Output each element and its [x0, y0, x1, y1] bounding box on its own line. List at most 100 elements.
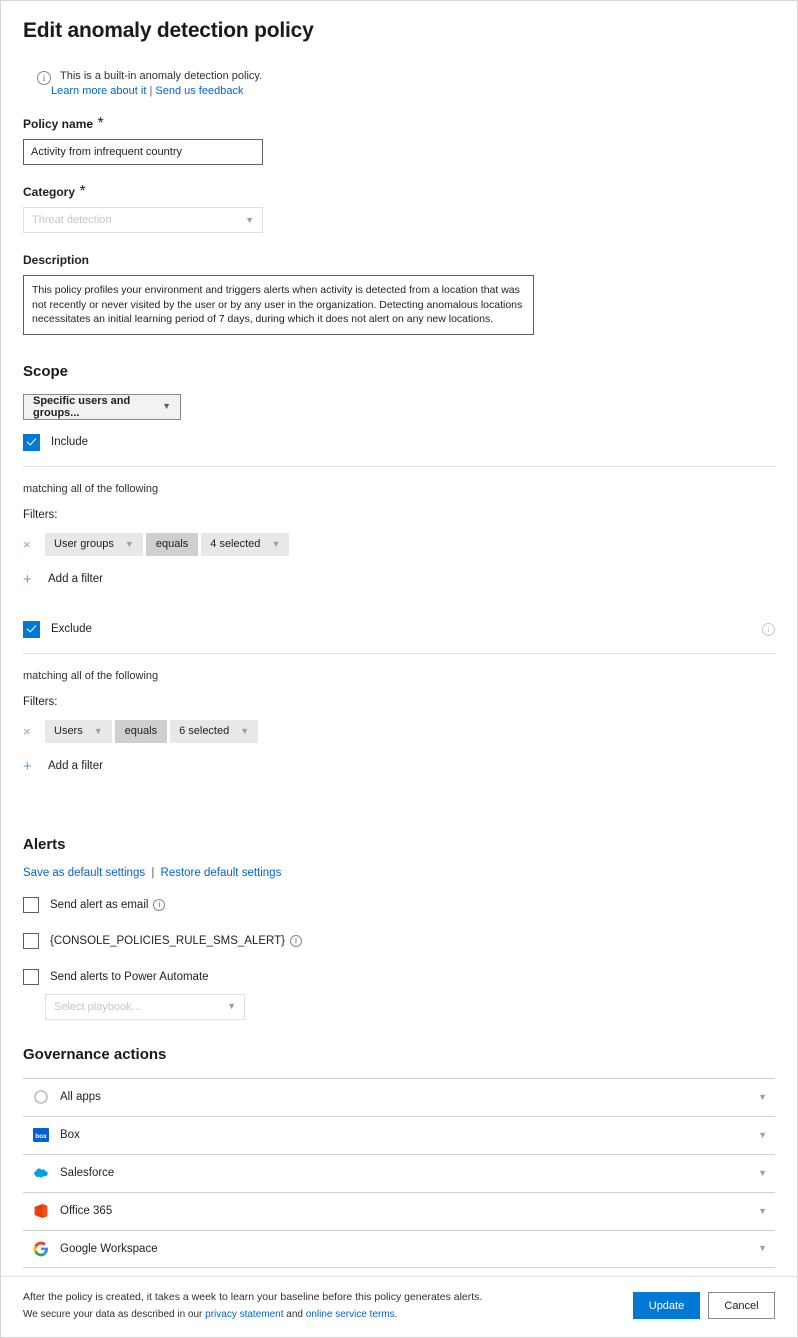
- learn-more-link[interactable]: Learn more about it: [51, 85, 146, 97]
- exclude-label: Exclude: [51, 623, 92, 635]
- governance-list: All apps ▼ box Box ▼ Salesforce ▼ Office…: [23, 1077, 775, 1268]
- include-filter-field-value: User groups: [54, 538, 114, 550]
- chevron-down-icon: ▼: [271, 538, 281, 549]
- remove-filter-icon[interactable]: ×: [23, 538, 45, 551]
- description-label: Description: [23, 253, 90, 267]
- description-field: Description This policy profiles your en…: [23, 251, 775, 335]
- chevron-down-icon[interactable]: ▼: [758, 1168, 767, 1178]
- save-default-settings-link[interactable]: Save as default settings: [23, 867, 145, 879]
- edit-policy-page: Edit anomaly detection policy i This is …: [0, 0, 798, 1338]
- alerts-heading: Alerts: [23, 835, 66, 853]
- power-automate-row[interactable]: Send alerts to Power Automate: [23, 968, 775, 985]
- governance-heading: Governance actions: [23, 1045, 167, 1063]
- send-alert-email-row[interactable]: Send alert as email i: [23, 896, 775, 913]
- footer-bar: After the policy is created, it takes a …: [1, 1276, 797, 1337]
- cancel-button[interactable]: Cancel: [708, 1292, 775, 1319]
- exclude-add-filter-button[interactable]: + Add a filter: [23, 759, 775, 774]
- scope-selector[interactable]: Specific users and groups... ▼: [23, 393, 181, 420]
- governance-row-label: Box: [60, 1129, 80, 1141]
- governance-row-google-workspace[interactable]: Google Workspace ▼: [23, 1229, 775, 1268]
- footer-text: After the policy is created, it takes a …: [23, 1289, 482, 1323]
- include-checkbox-row[interactable]: Include: [23, 433, 775, 451]
- exclude-filter-value-select[interactable]: 6 selected ▼: [170, 719, 259, 743]
- footer-line2-pre: We secure your data as described in our: [23, 1309, 206, 1320]
- governance-row-all-apps[interactable]: All apps ▼: [23, 1077, 775, 1116]
- send-alert-email-label: Send alert as email: [50, 898, 149, 911]
- exclude-filters-label: Filters:: [23, 695, 58, 708]
- privacy-statement-link[interactable]: privacy statement: [205, 1309, 283, 1320]
- footer-buttons: Update Cancel: [633, 1289, 775, 1319]
- exclude-add-filter-label: Add a filter: [48, 760, 103, 772]
- banner-links: Learn more about it | Send us feedback: [51, 85, 262, 97]
- policy-name-label: Policy name: [23, 117, 94, 131]
- chevron-down-icon[interactable]: ▼: [758, 1130, 767, 1140]
- sms-alert-checkbox[interactable]: [23, 932, 39, 949]
- footer-line2-mid: and: [283, 1309, 306, 1320]
- remove-filter-icon[interactable]: ×: [23, 725, 45, 738]
- include-filter-field-select[interactable]: User groups ▼: [45, 532, 143, 556]
- office365-icon: [34, 1204, 48, 1218]
- footer-line-1: After the policy is created, it takes a …: [23, 1291, 483, 1303]
- chevron-down-icon: ▼: [245, 214, 254, 225]
- chevron-down-icon: ▼: [240, 725, 250, 736]
- playbook-select[interactable]: Select playbook... ▼: [45, 993, 245, 1020]
- exclude-filter-operator[interactable]: equals: [114, 719, 168, 743]
- exclude-divider: [23, 652, 775, 654]
- chevron-down-icon[interactable]: ▼: [758, 1206, 767, 1216]
- chevron-down-icon: ▼: [227, 1001, 236, 1011]
- chevron-down-icon[interactable]: ▼: [758, 1092, 767, 1102]
- governance-row-office365[interactable]: Office 365 ▼: [23, 1191, 775, 1230]
- plus-icon: +: [23, 757, 32, 775]
- footer-line2-end: .: [394, 1309, 398, 1320]
- exclude-filter-field-value: Users: [54, 725, 83, 737]
- power-automate-checkbox[interactable]: [23, 968, 39, 985]
- exclude-filter-value: 6 selected: [179, 725, 230, 737]
- info-icon: i: [37, 71, 51, 85]
- description-textarea[interactable]: This policy profiles your environment an…: [23, 275, 534, 335]
- include-add-filter-button[interactable]: + Add a filter: [23, 572, 775, 587]
- box-icon: box: [33, 1128, 49, 1142]
- governance-row-label: Office 365: [60, 1205, 113, 1217]
- category-field: Category * Threat detection ▼: [23, 183, 775, 233]
- governance-row-label: All apps: [60, 1091, 101, 1103]
- include-divider: [23, 465, 775, 467]
- governance-row-salesforce[interactable]: Salesforce ▼: [23, 1153, 775, 1192]
- online-service-terms-link[interactable]: online service terms: [306, 1309, 395, 1320]
- exclude-checkbox[interactable]: [23, 620, 40, 638]
- restore-default-settings-link[interactable]: Restore default settings: [161, 867, 282, 879]
- category-select-value: Threat detection: [32, 214, 112, 226]
- chevron-down-icon[interactable]: ▼: [758, 1244, 767, 1253]
- chevron-down-icon: ▼: [93, 725, 103, 736]
- exclude-checkbox-row[interactable]: Exclude i: [23, 620, 775, 638]
- include-filter-row: × User groups ▼ equals 4 selected ▼: [23, 532, 775, 556]
- sms-alert-label: {CONSOLE_POLICIES_RULE_SMS_ALERT}: [50, 934, 286, 947]
- send-alert-email-checkbox[interactable]: [23, 896, 39, 913]
- all-apps-icon: [34, 1090, 48, 1104]
- governance-row-box[interactable]: box Box ▼: [23, 1115, 775, 1154]
- exclude-info-icon[interactable]: i: [762, 622, 775, 636]
- include-matching-text: matching all of the following: [23, 482, 159, 495]
- exclude-matching-text: matching all of the following: [23, 669, 159, 682]
- include-checkbox[interactable]: [23, 433, 40, 451]
- exclude-filter-field-select[interactable]: Users ▼: [45, 719, 112, 743]
- include-label: Include: [51, 436, 89, 448]
- info-icon[interactable]: i: [153, 898, 166, 911]
- sms-alert-row[interactable]: {CONSOLE_POLICIES_RULE_SMS_ALERT} i: [23, 932, 775, 949]
- policy-name-input[interactable]: [23, 139, 263, 165]
- governance-row-label: Salesforce: [60, 1167, 115, 1179]
- include-filters-label: Filters:: [23, 508, 58, 521]
- info-icon[interactable]: i: [290, 934, 303, 947]
- category-required: *: [79, 183, 86, 200]
- exclude-filter-row: × Users ▼ equals 6 selected ▼: [23, 719, 775, 743]
- salesforce-icon: [34, 1168, 48, 1178]
- send-feedback-link[interactable]: Send us feedback: [155, 85, 243, 97]
- update-button[interactable]: Update: [633, 1292, 700, 1319]
- google-workspace-icon: [33, 1241, 48, 1256]
- power-automate-label: Send alerts to Power Automate: [50, 970, 209, 983]
- include-filter-value-select[interactable]: 4 selected ▼: [201, 532, 290, 556]
- policy-name-required: *: [97, 115, 104, 132]
- include-filter-value: 4 selected: [210, 538, 261, 550]
- scope-heading: Scope: [23, 362, 69, 380]
- include-filter-operator[interactable]: equals: [145, 532, 199, 556]
- svg-text:box: box: [35, 1133, 47, 1140]
